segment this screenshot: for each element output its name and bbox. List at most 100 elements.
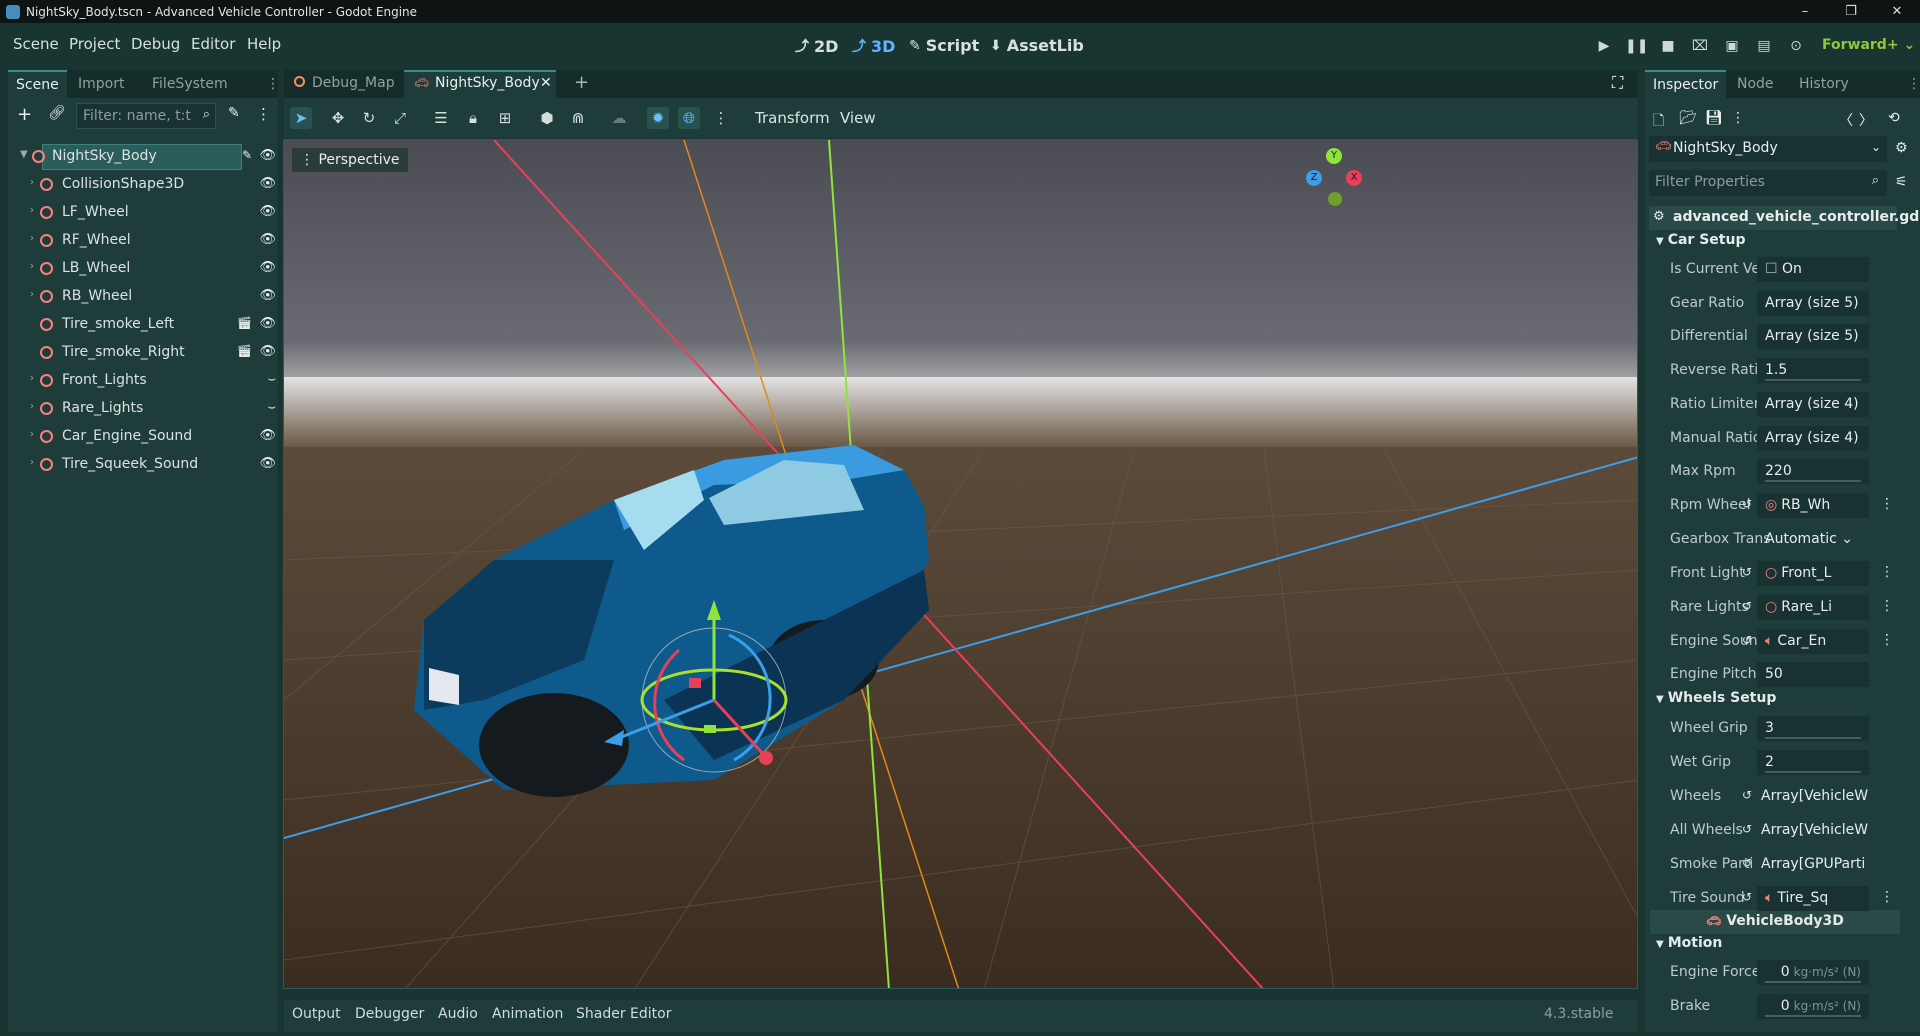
eye-icon[interactable]: 👁︎ [259,428,276,443]
menu-editor[interactable]: Editor [191,35,235,53]
tab-audio[interactable]: Audio [438,1006,478,1022]
forward-icon[interactable]: 〉 [1859,110,1873,130]
property-value[interactable]: 🔈︎ Car_En [1757,629,1869,654]
add-node-icon[interactable]: + [17,104,32,125]
tab-history[interactable]: History [1791,70,1857,98]
tab-debugger[interactable]: Debugger [355,1006,424,1022]
tab-shader-editor[interactable]: Shader Editor [576,1006,671,1022]
expand-arrow-icon[interactable]: › [30,401,34,412]
tree-node[interactable]: › Front_Lights ⌣ [20,368,290,394]
main-screen-3d[interactable]: ⤴ 3D [852,36,895,56]
play-scene-icon[interactable]: ▣ [1721,38,1743,56]
expand-arrow-icon[interactable]: › [30,205,34,216]
z-axis-handle[interactable]: Z [1306,170,1322,186]
tree-node[interactable]: ▼ NightSky_Body ✎ 👁︎ [20,144,290,170]
viewport-menu-icon[interactable]: ⋮ [710,107,732,129]
tree-node[interactable]: › Rare_Lights ⌣ [20,396,290,422]
y-axis-handle[interactable]: Y [1326,148,1342,164]
sun-icon[interactable]: ✹ [647,107,669,129]
section-wheels-setup[interactable]: ▼ Wheels Setup [1650,690,1900,714]
revert-icon[interactable]: ↺ [1742,856,1752,870]
filter-properties-input[interactable]: Filter Properties ⌕ [1649,170,1887,196]
tab-nightsky-body[interactable]: 🚗︎ NightSky_Body ✕ [404,70,556,98]
neg-y-axis-handle[interactable] [1328,192,1342,206]
tree-node[interactable]: Tire_smoke_Right 🎬︎ 👁︎ [20,340,290,366]
script-header[interactable]: ⚙ advanced_vehicle_controller.gd [1649,206,1919,230]
pause-icon[interactable]: ❚❚ [1625,38,1648,56]
property-value[interactable]: 220 [1757,459,1869,484]
eye-icon[interactable]: 👁︎ [259,456,276,471]
revert-icon[interactable]: ↺ [1742,822,1752,836]
property-value[interactable]: 3 [1757,716,1869,741]
local-space-icon[interactable]: ⬢ [536,107,558,129]
property-value[interactable]: Array (size 5) [1757,291,1869,316]
link-icon[interactable]: 🔗︎ [48,105,66,121]
open-resource-icon[interactable]: 📂︎ [1679,110,1697,126]
expand-arrow-icon[interactable]: › [30,261,34,272]
eye-icon[interactable]: 👁︎ [259,148,276,163]
revert-icon[interactable]: ↺ [1742,497,1752,511]
tab-inspector[interactable]: Inspector [1645,70,1727,98]
property-value[interactable]: Array (size 5) [1757,324,1869,349]
property-value[interactable]: 1.5 [1757,358,1869,383]
scale-tool-icon[interactable]: ⤢ [389,107,411,129]
eye-icon[interactable]: 👁︎ [259,344,276,359]
property-value[interactable]: ○ Front_L [1757,561,1869,586]
view-gizmo[interactable]: Y X Z [1304,148,1364,208]
section-car-setup[interactable]: ▼ Car Setup [1650,232,1900,256]
menu-transform[interactable]: Transform [755,109,830,127]
property-value[interactable]: 🔈︎ Tire_Sq [1757,886,1869,911]
property-value[interactable]: Array (size 4) [1757,426,1869,451]
eye-icon[interactable]: 👁︎ [259,288,276,303]
property-value[interactable]: 0 kg·m/s² (N) [1757,994,1869,1019]
maximize-button[interactable]: ❐ [1828,0,1874,23]
property-value[interactable]: Array[VehicleW [1757,784,1869,809]
attach-script-icon[interactable]: ✎ [228,105,240,121]
preview-sun-icon[interactable]: ☁ [608,107,630,129]
property-value[interactable]: ☐ On [1757,257,1869,282]
history-icon[interactable]: ⟲ [1888,110,1900,126]
rotate-tool-icon[interactable]: ↻ [358,107,380,129]
tree-node[interactable]: Tire_smoke_Left 🎬︎ 👁︎ [20,312,290,338]
tree-node[interactable]: › CollisionShape3D 👁︎ [20,172,290,198]
tab-filesystem[interactable]: FileSystem [144,70,236,98]
tree-node[interactable]: › LF_Wheel 👁︎ [20,200,290,226]
revert-icon[interactable]: ↺ [1742,565,1752,579]
tab-import[interactable]: Import [70,70,132,98]
close-button[interactable]: ✕ [1874,0,1920,23]
tree-node[interactable]: › RB_Wheel 👁︎ [20,284,290,310]
eye-icon[interactable]: 👁︎ [259,316,276,331]
property-value[interactable]: Automatic ⌄ [1757,527,1869,552]
main-screen-script[interactable]: ✎ Script [909,36,979,55]
property-value[interactable]: 0 kg·m/s² (N) [1757,960,1869,985]
scene-filter-input[interactable]: Filter: name, t:t ⌕ [76,103,216,129]
object-selector[interactable]: 🚗︎ NightSky_Body ⌄ [1649,136,1887,162]
expand-arrow-icon[interactable]: › [30,429,34,440]
property-menu-icon[interactable]: ⋮ [1880,564,1894,580]
expand-arrow-icon[interactable]: › [30,457,34,468]
environment-icon[interactable]: 🌐︎ [678,107,700,129]
property-value[interactable]: Array (size 4) [1757,392,1869,417]
play-custom-scene-icon[interactable]: ▤ [1753,38,1775,56]
property-value[interactable]: ◎ RB_Wh [1757,493,1869,518]
property-menu-icon[interactable]: ⋮ [1880,632,1894,648]
expand-arrow-icon[interactable]: › [30,289,34,300]
main-screen-2d[interactable]: ⤴ 2D [795,36,838,56]
revert-icon[interactable]: ↺ [1742,633,1752,647]
tab-animation[interactable]: Animation [492,1006,563,1022]
section-motion[interactable]: ▼ Motion [1650,935,1900,959]
menu-debug[interactable]: Debug [131,35,180,53]
tree-node[interactable]: › Tire_Squeek_Sound 👁︎ [20,452,290,478]
close-tab-icon[interactable]: ✕ [540,75,552,91]
expand-arrow-icon[interactable]: › [30,373,34,384]
x-axis-handle[interactable]: X [1346,170,1362,186]
property-value[interactable]: 2 [1757,750,1869,775]
menu-scene[interactable]: Scene [13,35,59,53]
eye-closed-icon[interactable]: ⌣ [267,372,276,387]
instance-icon[interactable]: 🎬︎ [237,344,252,358]
group-icon[interactable]: ⊞ [494,107,516,129]
eye-icon[interactable]: 👁︎ [259,260,276,275]
extra-menu-icon[interactable]: ⋮ [1731,110,1745,126]
move-tool-icon[interactable]: ✥ [327,107,349,129]
new-resource-icon[interactable]: 🗋︎ [1653,110,1664,134]
